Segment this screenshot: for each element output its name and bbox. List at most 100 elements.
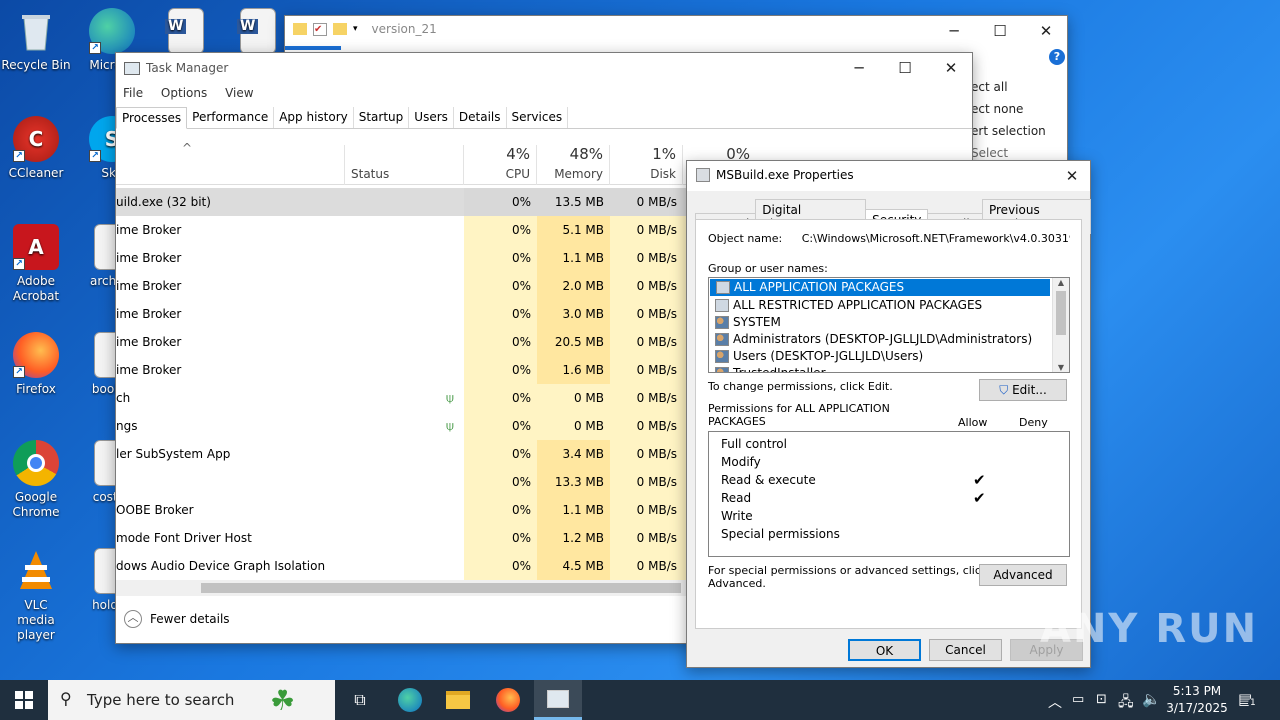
- table-row[interactable]: OOBE Broker 0% 1.1 MB 0 MB/s: [116, 496, 686, 524]
- new-folder-icon[interactable]: [333, 23, 347, 35]
- close-button[interactable]: ✕: [1053, 161, 1091, 191]
- folder-icon[interactable]: [293, 23, 307, 35]
- table-row[interactable]: ime Broker 0% 1.1 MB 0 MB/s: [116, 244, 686, 272]
- tab-processes[interactable]: Processes: [116, 107, 188, 129]
- minimize-button[interactable]: ─: [836, 53, 882, 83]
- shield-icon: ⛉: [999, 383, 1009, 397]
- table-row[interactable]: ler SubSystem App 0% 3.4 MB 0 MB/s: [116, 440, 686, 468]
- search-box[interactable]: ⚲ Type here to search ☘: [48, 680, 335, 720]
- select-none-button[interactable]: ect none: [971, 98, 1046, 120]
- minimize-button[interactable]: ─: [931, 16, 977, 46]
- disk-value: 0 MB/s: [610, 188, 683, 216]
- group-name: TrustedInstaller: [733, 366, 826, 373]
- desktop-icon-recycle-bin[interactable]: Recycle Bin: [0, 8, 72, 73]
- advanced-button[interactable]: Advanced: [979, 564, 1067, 586]
- tray-device-icon[interactable]: ⊡: [1096, 692, 1107, 707]
- disk-value: 0 MB/s: [610, 468, 683, 496]
- disk-value: 0 MB/s: [610, 496, 683, 524]
- group-name: Administrators (DESKTOP-JGLLJLD\Administ…: [733, 332, 1033, 346]
- maximize-button[interactable]: ☐: [882, 53, 928, 83]
- vertical-scrollbar[interactable]: ▲ ▼: [1052, 278, 1069, 372]
- group-list-item[interactable]: ALL RESTRICTED APPLICATION PACKAGES: [709, 297, 1049, 314]
- close-button[interactable]: ✕: [928, 53, 974, 83]
- table-row[interactable]: 0% 13.3 MB 0 MB/s: [116, 468, 686, 496]
- table-row[interactable]: ngs ⍦ 0% 0 MB 0 MB/s: [116, 412, 686, 440]
- desktop-icon-vlc[interactable]: VLC media player: [0, 548, 72, 643]
- help-icon[interactable]: ?: [1049, 49, 1065, 65]
- group-list-item[interactable]: ALL APPLICATION PACKAGES: [710, 279, 1050, 296]
- properties-icon[interactable]: ✔: [313, 22, 327, 36]
- tab-services[interactable]: Services: [507, 107, 569, 128]
- cpu-column-header[interactable]: 4% CPU: [464, 145, 537, 185]
- desktop-icon-word-1[interactable]: W: [150, 8, 222, 58]
- network-icon[interactable]: 🖧: [1118, 691, 1134, 715]
- tab-users[interactable]: Users: [409, 107, 454, 128]
- memory-column-header[interactable]: 48% Memory: [537, 145, 610, 185]
- table-row[interactable]: mode Font Driver Host 0% 1.2 MB 0 MB/s: [116, 524, 686, 552]
- sort-arrow-icon[interactable]: ^: [182, 141, 192, 155]
- tab-performance[interactable]: Performance: [187, 107, 275, 128]
- table-row[interactable]: ime Broker 0% 20.5 MB 0 MB/s: [116, 328, 686, 356]
- process-name: uild.exe (32 bit): [116, 195, 211, 209]
- menu-options[interactable]: Options: [161, 86, 207, 100]
- edge-taskbar-icon[interactable]: [386, 680, 434, 720]
- notification-button[interactable]: ▤ 1: [1238, 690, 1258, 708]
- disk-value: 0 MB/s: [610, 300, 683, 328]
- group-list-item[interactable]: SYSTEM: [709, 314, 1049, 331]
- desktop-icon-firefox[interactable]: ↗ Firefox: [0, 332, 72, 397]
- table-row[interactable]: ch ⍦ 0% 0 MB 0 MB/s: [116, 384, 686, 412]
- table-row[interactable]: dows Audio Device Graph Isolation 0% 4.5 M…: [116, 552, 686, 580]
- invert-selection-button[interactable]: ert selection: [971, 120, 1046, 142]
- status-column-header[interactable]: Status: [344, 145, 464, 185]
- cancel-button[interactable]: Cancel: [929, 639, 1002, 661]
- group-list-item[interactable]: TrustedInstaller: [709, 365, 1049, 373]
- customize-dropdown-icon[interactable]: ▾: [353, 24, 358, 34]
- group-list-item[interactable]: Administrators (DESKTOP-JGLLJLD\Administ…: [709, 331, 1049, 348]
- table-row[interactable]: ime Broker 0% 5.1 MB 0 MB/s: [116, 216, 686, 244]
- maximize-button[interactable]: ☐: [977, 16, 1023, 46]
- chevron-up-icon[interactable]: ︿: [124, 610, 142, 628]
- users-icon: [715, 316, 729, 329]
- table-row[interactable]: uild.exe (32 bit) 0% 13.5 MB 0 MB/s: [116, 188, 686, 216]
- table-row[interactable]: ime Broker 0% 1.6 MB 0 MB/s: [116, 356, 686, 384]
- ok-button[interactable]: OK: [848, 639, 921, 661]
- task-manager-taskbar-icon[interactable]: [534, 680, 582, 720]
- disk-column-header[interactable]: 1% Disk: [610, 145, 683, 185]
- cpu-value: 0%: [464, 216, 537, 244]
- close-button[interactable]: ✕: [1023, 16, 1069, 46]
- volume-icon[interactable]: 🔈: [1142, 690, 1161, 708]
- tab-startup[interactable]: Startup: [354, 107, 410, 128]
- select-all-button[interactable]: ect all: [971, 76, 1046, 98]
- group-list-item[interactable]: Users (DESKTOP-JGLLJLD\Users): [709, 348, 1049, 365]
- users-icon: [715, 367, 729, 372]
- file-explorer-taskbar-icon[interactable]: [434, 680, 482, 720]
- process-name: ime Broker: [116, 307, 182, 321]
- fewer-details-button[interactable]: Fewer details: [150, 612, 230, 626]
- table-row[interactable]: ime Broker 0% 2.0 MB 0 MB/s: [116, 272, 686, 300]
- group-user-list[interactable]: ALL APPLICATION PACKAGES ALL RESTRICTED A…: [708, 277, 1070, 373]
- app-icon: [696, 168, 710, 182]
- chrome-icon: [13, 440, 59, 486]
- menu-view[interactable]: View: [225, 86, 253, 100]
- desktop-icon-acrobat[interactable]: A ↗ Adobe Acrobat: [0, 224, 72, 304]
- object-name-value: C:\Windows\Microsoft.NET\Framework\v4.0.…: [801, 232, 1070, 245]
- window-title: Task Manager: [146, 61, 229, 75]
- desktop-icon-ccleaner[interactable]: C ↗ CCleaner: [0, 116, 72, 181]
- taskbar-app-icon[interactable]: ▭: [1072, 692, 1084, 707]
- tab-details[interactable]: Details: [454, 107, 507, 128]
- tab-app-history[interactable]: App history: [274, 107, 354, 128]
- menu-file[interactable]: File: [123, 86, 143, 100]
- chevron-up-icon[interactable]: ︿: [1048, 692, 1062, 712]
- mem-value: 0 MB: [537, 412, 610, 440]
- table-row[interactable]: ime Broker 0% 3.0 MB 0 MB/s: [116, 300, 686, 328]
- horizontal-scrollbar[interactable]: [116, 580, 686, 596]
- desktop-icon-chrome[interactable]: Google Chrome: [0, 440, 72, 520]
- start-button[interactable]: [0, 680, 48, 720]
- clock[interactable]: 5:13 PM 3/17/2025: [1164, 683, 1230, 717]
- firefox-taskbar-icon[interactable]: [484, 680, 532, 720]
- process-name: dows Audio Device Graph Isolation: [116, 559, 326, 573]
- word-icon: W: [237, 8, 276, 54]
- task-view-button[interactable]: ⧉: [336, 680, 384, 720]
- edit-button[interactable]: ⛉ Edit...: [979, 379, 1067, 401]
- cpu-value: 0%: [464, 496, 537, 524]
